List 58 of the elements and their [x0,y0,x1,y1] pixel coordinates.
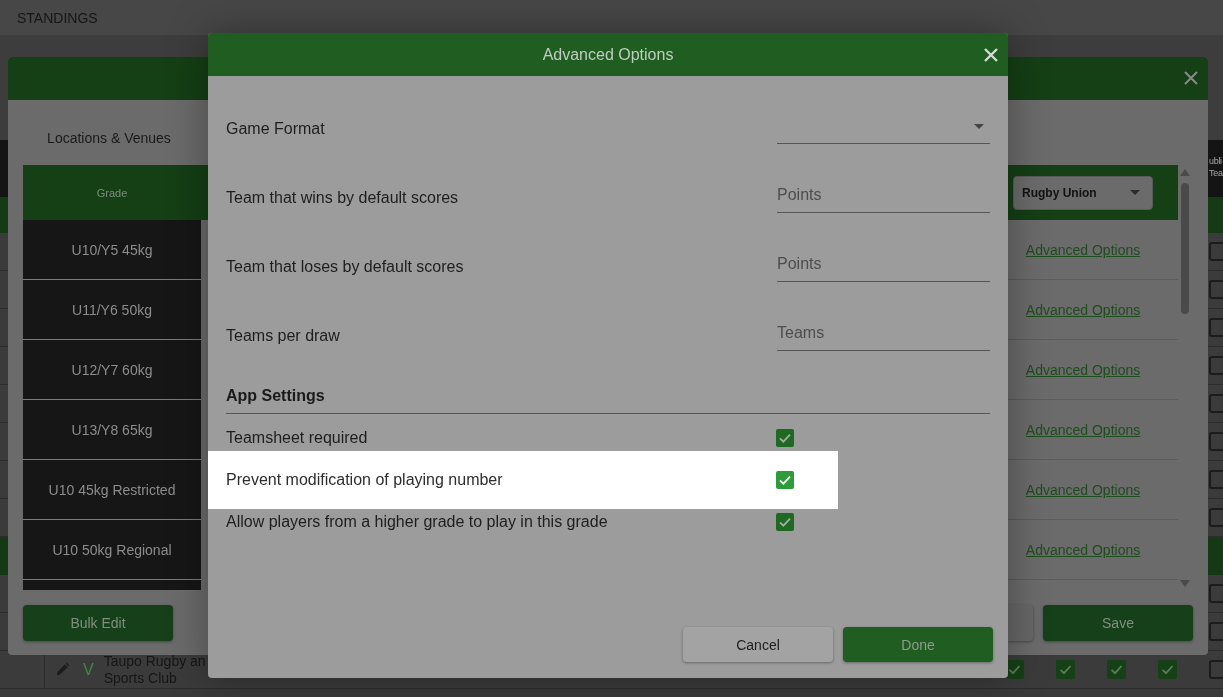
checkbox[interactable] [1209,394,1223,413]
checkbox[interactable] [1158,660,1177,679]
checkbox[interactable] [1209,470,1223,489]
action-button[interactable]: Bulk Edit [23,605,173,641]
setting-label: Prevent modification of playing number [226,471,504,489]
checkbox[interactable] [1209,242,1223,261]
checkbox[interactable] [1209,622,1223,641]
grade-cell[interactable]: U12/Y7 60kg [23,340,201,400]
advanced-options-link[interactable]: Advanced Options [1025,241,1141,258]
advanced-options-link[interactable]: Advanced Options [1025,541,1141,558]
field-label: Teams per draw [226,325,341,345]
field-label: Team that wins by default scores [226,187,460,207]
sport-dropdown[interactable]: Rugby Union [1013,175,1153,210]
scrollbar-thumb[interactable] [1181,183,1189,314]
covered-button[interactable] [1008,605,1033,641]
grade-cell[interactable]: U10/Y5 45kg [23,220,201,280]
column-header: Grade [95,186,129,199]
checkbox[interactable] [1056,660,1075,679]
grade-cell[interactable]: U11/Y6 50kg [23,280,201,340]
checkbox[interactable] [776,513,794,531]
action-button[interactable]: Save [1043,605,1193,641]
checkbox[interactable] [1209,318,1223,337]
team-code: V [83,660,94,679]
checkbox[interactable] [1209,432,1223,451]
input-field[interactable]: Teams [777,316,990,351]
advanced-options-link[interactable]: Advanced Options [1025,361,1141,378]
input-field[interactable]: Points [777,178,990,213]
tab[interactable]: Locations & Venues [23,100,195,162]
advanced-options-link[interactable]: Advanced Options [1025,301,1141,318]
pencil-icon[interactable] [55,662,70,677]
scroll-down-icon[interactable] [1180,580,1190,587]
caret-icon [974,123,984,129]
checkbox[interactable] [1209,508,1223,527]
grade-cell[interactable]: U10 50kg Regional [23,520,201,580]
checkbox[interactable] [776,471,794,489]
scroll-up-icon[interactable] [1180,169,1190,176]
done-button[interactable]: Done [843,627,993,662]
grade-cell[interactable]: U13/Y8 65kg [23,400,201,460]
close-icon[interactable] [1184,71,1198,85]
advanced-options-link[interactable]: Advanced Options [1025,421,1141,438]
field-label: Game Format [226,118,326,138]
checkbox[interactable] [1209,280,1223,299]
dialog-title: Advanced Options [542,45,674,64]
input-field[interactable]: Points [777,247,990,282]
checkbox[interactable] [1209,356,1223,375]
checkbox[interactable] [1107,660,1126,679]
grade-cell[interactable]: U10 45kg Restricted [23,460,201,520]
column-header: ubli Tea [1209,155,1223,179]
caret-icon [1130,190,1140,195]
setting-label: Teamsheet required [226,429,369,447]
section-heading: App Settings [226,368,990,414]
setting-label: Allow players from a higher grade to play in this grade [226,513,609,531]
checkbox[interactable] [1209,660,1223,679]
field-label: Team that loses by default scores [226,256,465,276]
checkbox[interactable] [1209,584,1223,603]
cancel-button[interactable]: Cancel [683,627,833,662]
checkbox[interactable] [776,429,794,447]
advanced-options-link[interactable]: Advanced Options [1025,481,1141,498]
